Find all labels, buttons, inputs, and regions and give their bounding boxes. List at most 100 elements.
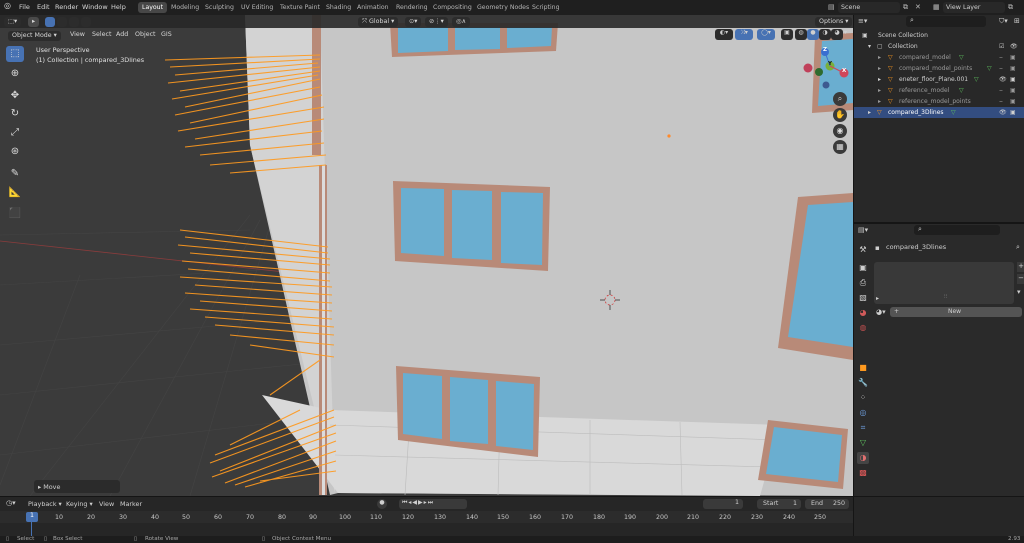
outliner-editor-icon[interactable]: ≡▾ bbox=[858, 17, 867, 25]
outliner-item[interactable]: ▸ ▽ reference_model_points ⌣ ▣ bbox=[854, 96, 1024, 107]
collection-visibility-icon[interactable]: 👁 bbox=[1010, 43, 1018, 50]
menu-render[interactable]: Render bbox=[55, 3, 78, 11]
tab-compositing[interactable]: Compositing bbox=[429, 2, 476, 13]
texture-properties-icon[interactable]: ▩ bbox=[857, 467, 869, 479]
last-operator-panel[interactable]: ▸ Move bbox=[34, 480, 120, 493]
render-properties-icon[interactable]: ▣ bbox=[857, 262, 869, 274]
hide-in-viewport-icon[interactable]: ⌣ bbox=[999, 65, 1003, 73]
new-material-button[interactable]: + New bbox=[890, 307, 1022, 317]
cursor-tool-icon[interactable]: ⊕ bbox=[6, 66, 24, 82]
zoom-icon[interactable]: ⌕ bbox=[833, 92, 847, 106]
expand-chevron-icon[interactable]: ▸ bbox=[868, 109, 871, 116]
expand-chevron-icon[interactable]: ▸ bbox=[878, 65, 881, 72]
slot-menu-icon[interactable]: ▾ bbox=[1017, 288, 1021, 296]
menu-gis[interactable]: GIS bbox=[161, 31, 172, 38]
tab-sculpting[interactable]: Sculpting bbox=[201, 2, 238, 13]
rendered-shading-icon[interactable]: ◕ bbox=[831, 29, 843, 40]
playhead[interactable]: 1 bbox=[26, 512, 38, 522]
menu-help[interactable]: Help bbox=[111, 3, 126, 11]
blender-logo-icon[interactable]: ◎ bbox=[4, 1, 11, 10]
annotate-tool-icon[interactable]: ✎ bbox=[6, 166, 24, 182]
menu-keying[interactable]: Keying ▾ bbox=[66, 500, 93, 508]
tool-properties-icon[interactable]: ⚒ bbox=[857, 244, 869, 256]
physics-properties-icon[interactable]: ◎ bbox=[857, 407, 869, 419]
modifier-properties-icon[interactable]: 🔧 bbox=[857, 377, 869, 389]
proportional-edit-icon[interactable]: ◎∧ bbox=[452, 17, 471, 27]
outliner-item[interactable]: ▸ ▽ compared_model ▽ ⌣ ▣ bbox=[854, 52, 1024, 63]
render-visibility-icon[interactable]: ▣ bbox=[1010, 65, 1016, 72]
outliner-collection[interactable]: ▾ ▢ Collection ☑ 👁 bbox=[854, 41, 1024, 52]
menu-select[interactable]: Select bbox=[92, 31, 111, 38]
expand-chevron-icon[interactable]: ▸ bbox=[878, 98, 881, 105]
move-tool-icon[interactable]: ✥ bbox=[6, 88, 24, 104]
menu-window[interactable]: Window bbox=[82, 3, 108, 11]
menu-view[interactable]: View bbox=[70, 31, 85, 38]
properties-search-input[interactable]: ⌕ bbox=[914, 225, 1000, 235]
hide-in-viewport-icon[interactable]: ⌣ bbox=[999, 98, 1003, 106]
current-frame-field[interactable]: 1 bbox=[703, 499, 743, 509]
viewport-visibility-icon[interactable]: 👁 bbox=[999, 76, 1007, 83]
new-collection-icon[interactable]: ⊞ bbox=[1014, 17, 1020, 25]
scene-properties-icon[interactable]: ◕ bbox=[857, 307, 869, 319]
pin-icon[interactable]: ⌕ bbox=[1016, 243, 1020, 252]
menu-marker[interactable]: Marker bbox=[120, 500, 142, 508]
tab-geometry-nodes[interactable]: Geometry Nodes bbox=[473, 2, 533, 13]
orientation-dropdown[interactable]: ⤧ Global ▾ bbox=[358, 17, 399, 27]
rotate-tool-icon[interactable]: ↻ bbox=[6, 106, 24, 122]
material-browse-icon[interactable]: ◕▾ bbox=[876, 308, 886, 316]
tab-modeling[interactable]: Modeling bbox=[167, 2, 203, 13]
outliner-search-input[interactable]: ⌕ bbox=[906, 16, 986, 27]
menu-file[interactable]: File bbox=[19, 3, 30, 11]
properties-editor-icon[interactable]: ▤▾ bbox=[858, 226, 868, 234]
outliner-item[interactable]: ▸ ▽ reference_model ▽ ⌣ ▣ bbox=[854, 85, 1024, 96]
object-mode-dropdown[interactable]: Object Mode ▾ bbox=[8, 31, 61, 41]
tab-texture-paint[interactable]: Texture Paint bbox=[276, 2, 324, 13]
tab-layout[interactable]: Layout bbox=[138, 2, 168, 13]
material-shading-icon[interactable]: ◑ bbox=[819, 29, 831, 40]
outliner-item[interactable]: ▸ ▽ compared_model_points ▽ ⌣ ▣ bbox=[854, 63, 1024, 74]
perspective-grid-icon[interactable]: ▦ bbox=[833, 140, 847, 154]
render-visibility-icon[interactable]: ▣ bbox=[1010, 76, 1016, 83]
constraints-properties-icon[interactable]: ⌗ bbox=[857, 422, 869, 434]
tab-uv-editing[interactable]: UV Editing bbox=[237, 2, 277, 13]
viewport-visibility-icon[interactable]: 👁 bbox=[999, 109, 1007, 116]
menu-playback[interactable]: Playback ▾ bbox=[28, 500, 62, 508]
outliner-item-selected[interactable]: ▸ ▽ compared_3Dlines ▽ 👁 ▣ bbox=[854, 107, 1024, 118]
select-box-tool-icon[interactable]: ⬚ bbox=[6, 46, 24, 62]
visibility-icon[interactable]: ◐▾ bbox=[715, 29, 733, 40]
render-visibility-icon[interactable]: ▣ bbox=[1010, 87, 1016, 94]
expand-chevron-icon[interactable]: ▸ bbox=[878, 87, 881, 94]
expand-chevron-icon[interactable]: ▸ bbox=[876, 295, 879, 302]
end-frame-field[interactable]: End 250 bbox=[805, 499, 849, 509]
tab-shading[interactable]: Shading bbox=[322, 2, 355, 13]
expand-chevron-icon[interactable]: ▸ bbox=[878, 54, 881, 61]
tab-scripting[interactable]: Scripting bbox=[528, 2, 564, 13]
collection-checkbox[interactable]: ☑ bbox=[999, 43, 1004, 50]
timeline-editor-icon[interactable]: ◷▾ bbox=[6, 499, 16, 507]
particles-properties-icon[interactable]: ⁘ bbox=[857, 392, 869, 404]
output-properties-icon[interactable]: ⎙ bbox=[857, 277, 869, 289]
mode-subtract-icon[interactable] bbox=[69, 17, 79, 27]
render-visibility-icon[interactable]: ▣ bbox=[1010, 98, 1016, 105]
data-properties-icon[interactable]: ▽ bbox=[857, 437, 869, 449]
3d-viewport[interactable] bbox=[0, 15, 853, 496]
add-cube-tool-icon[interactable]: ⬛ bbox=[6, 206, 24, 222]
object-properties-icon[interactable]: ■ bbox=[857, 362, 869, 374]
view-layer-selector[interactable]: View Layer bbox=[943, 2, 1005, 13]
jump-end-icon[interactable]: ⏭ bbox=[428, 499, 434, 506]
record-icon[interactable]: ● bbox=[377, 499, 387, 509]
pivot-icon[interactable]: ⊙▾ bbox=[405, 17, 422, 27]
outliner-scene-collection[interactable]: ▣ Scene Collection bbox=[854, 30, 1024, 41]
list-resize-handle-icon[interactable]: ⁝⁝ bbox=[944, 294, 947, 300]
xray-icon[interactable]: ▣ bbox=[781, 29, 793, 40]
start-frame-field[interactable]: Start 1 bbox=[757, 499, 801, 509]
scene-copy-icon[interactable]: ⧉ bbox=[903, 3, 908, 12]
view-layer-properties-icon[interactable]: ▧ bbox=[857, 292, 869, 304]
outliner-item[interactable]: ▸ ▽ eneter_floor_Plane.001 ▽ 👁 ▣ bbox=[854, 74, 1024, 85]
tab-animation[interactable]: Animation bbox=[353, 2, 393, 13]
expand-chevron-icon[interactable]: ▾ bbox=[868, 43, 871, 50]
menu-add[interactable]: Add bbox=[116, 31, 128, 38]
shading-options-icon[interactable]: ▾ bbox=[844, 29, 851, 40]
select-tool-icon[interactable]: ▸ bbox=[28, 17, 40, 27]
material-properties-icon[interactable]: ◑ bbox=[857, 452, 869, 464]
